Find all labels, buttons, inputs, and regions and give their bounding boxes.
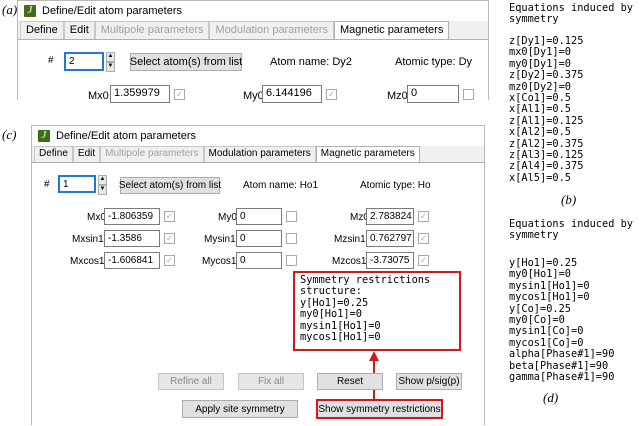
stepper-down-icon[interactable]: ▼ [98, 185, 107, 195]
mzsin1-refine-checkbox[interactable]: ✓ [418, 233, 429, 244]
window-c-titlebar: J Define/Edit atom parameters [32, 126, 484, 146]
tab-magnetic[interactable]: Magnetic parameters [315, 146, 420, 162]
panel-label-b: (b) [561, 192, 577, 207]
mxsin1-refine-checkbox[interactable]: ✓ [164, 233, 175, 244]
refine-all-button[interactable]: Refine all [158, 373, 224, 390]
stepper-up-icon[interactable]: ▲ [98, 175, 107, 185]
mysin1-input[interactable]: 0 [236, 230, 282, 247]
my0-refine-checkbox[interactable]: ✓ [326, 89, 337, 100]
tab-modulation[interactable]: Modulation parameters [209, 21, 334, 39]
mx0-refine-checkbox[interactable]: ✓ [174, 89, 185, 100]
tab-define[interactable]: Define [20, 21, 64, 39]
panel-label-c: (c) [2, 127, 17, 142]
atom-index-stepper[interactable]: ▲ ▼ [98, 175, 107, 195]
tab-modulation[interactable]: Modulation parameters [203, 146, 316, 162]
my0-refine-checkbox[interactable] [286, 211, 297, 222]
stepper-down-icon[interactable]: ▼ [106, 62, 115, 72]
mx0-refine-checkbox[interactable]: ✓ [164, 211, 175, 222]
tab-edit[interactable]: Edit [63, 21, 95, 39]
tab-multipole[interactable]: Multipole parameters [94, 21, 210, 39]
app-logo-icon: J [24, 5, 36, 17]
stepper-up-icon[interactable]: ▲ [106, 52, 115, 62]
equation-line: alpha[Phase#1]=90 [509, 348, 615, 361]
mz0-input[interactable]: 2.783824 [366, 208, 414, 225]
tab-multipole[interactable]: Multipole parameters [100, 146, 204, 162]
mzcos1-label: Mzcos1 [332, 256, 367, 267]
mycos1-refine-checkbox[interactable] [286, 255, 297, 266]
restriction-line: mycos1[Ho1]=0 [300, 331, 381, 344]
mxcos1-refine-checkbox[interactable]: ✓ [164, 255, 175, 266]
mysin1-label: Mysin1 [204, 234, 236, 245]
select-atoms-button[interactable]: Select atom(s) from list [130, 53, 242, 71]
equation-line: z[Dy2]=0.375 [509, 69, 584, 82]
atom-index-input[interactable]: 1 [58, 175, 96, 193]
mxsin1-label: Mxsin1 [72, 234, 104, 245]
app-logo-icon: J [38, 130, 50, 142]
equations-b-list: z[Dy1]=0.125 mx0[Dy1]=0 my0[Dy1]=0 z[Dy2… [509, 35, 584, 184]
mz0-label: Mz0 [387, 90, 408, 102]
atomic-type-label: Atomic type: Dy [395, 56, 473, 68]
window-a-titlebar: J Define/Edit atom parameters [18, 1, 488, 21]
mx0-input[interactable]: -1.806359 [104, 208, 160, 225]
equation-line: x[Al5]=0.5 [509, 171, 571, 184]
window-a: J Define/Edit atom parameters Define Edi… [17, 0, 489, 103]
mycos1-input[interactable]: 0 [236, 252, 282, 269]
mycos1-label: Mycos1 [202, 256, 237, 267]
show-symmetry-restrictions-button[interactable]: Show symmetry restrictions [316, 399, 443, 419]
symmetry-restrictions-popup: Symmetry restrictions structure: y[Ho1]=… [293, 271, 461, 351]
mxsin1-input[interactable]: -1.3586 [104, 230, 160, 247]
hash-label: # [44, 179, 50, 190]
mx0-input[interactable]: 1.359979 [110, 85, 170, 103]
tab-magnetic[interactable]: Magnetic parameters [334, 21, 450, 39]
mx0-label: Mx0 [88, 90, 109, 102]
my0-input[interactable]: 0 [236, 208, 282, 225]
hash-label: # [48, 55, 54, 66]
mzsin1-input[interactable]: 0.762797 [366, 230, 414, 247]
window-c-title: Define/Edit atom parameters [56, 130, 197, 142]
my0-label: My0 [218, 212, 237, 223]
panel-label-a: (a) [2, 2, 18, 17]
fix-all-button[interactable]: Fix all [238, 373, 304, 390]
window-a-title: Define/Edit atom parameters [42, 5, 183, 17]
mxcos1-input[interactable]: -1.606841 [104, 252, 160, 269]
my0-label: My0 [243, 90, 264, 102]
atom-index-input[interactable]: 2 [64, 52, 104, 71]
reset-button[interactable]: Reset [317, 373, 383, 390]
mxcos1-label: Mxcos1 [70, 256, 105, 267]
window-a-tabs: Define Edit Multipole parameters Modulat… [18, 21, 488, 39]
equations-d-list: y[Ho1]=0.25 my0[Ho1]=0 mysin1[Ho1]=0 myc… [509, 257, 615, 384]
window-c-tab-body: # 1 ▲ ▼ Select atom(s) from list Atom nam… [32, 162, 484, 425]
window-a-tab-body: # 2 ▲ ▼ Select atom(s) from list Atom nam… [18, 39, 488, 103]
atom-name-label: Atom name: Ho1 [243, 180, 319, 191]
show-psig-button[interactable]: Show p/sig(p) [396, 373, 462, 390]
mzsin1-label: Mzsin1 [334, 234, 366, 245]
mz0-refine-checkbox[interactable] [463, 89, 474, 100]
atom-name-label: Atom name: Dy2 [270, 56, 352, 68]
tab-define[interactable]: Define [34, 146, 73, 162]
equation-line: x[Al2]=0.5 [509, 126, 571, 139]
equations-b-title: Equations induced by symmetry [509, 2, 633, 26]
window-c-tabs: Define Edit Multipole parameters Modulat… [32, 146, 484, 162]
mzcos1-refine-checkbox[interactable]: ✓ [418, 255, 429, 266]
mz0-refine-checkbox[interactable]: ✓ [418, 211, 429, 222]
mz0-input[interactable]: 0 [407, 85, 459, 103]
apply-site-symmetry-button[interactable]: Apply site symmetry [182, 400, 298, 418]
restriction-line: my0[Ho1]=0 [300, 308, 362, 321]
equations-d-title: Equations induced by symmetry [509, 218, 633, 242]
window-c: J Define/Edit atom parameters Define Edi… [31, 125, 485, 425]
select-atoms-button[interactable]: Select atom(s) from list [119, 177, 221, 194]
tab-edit[interactable]: Edit [72, 146, 101, 162]
mysin1-refine-checkbox[interactable] [286, 233, 297, 244]
my0-input[interactable]: 6.144196 [262, 85, 322, 103]
equation-line: gamma[Phase#1]=90 [509, 371, 615, 384]
atomic-type-label: Atomic type: Ho [360, 180, 431, 191]
mzcos1-input[interactable]: -3.73075 [366, 252, 414, 269]
panel-label-d: (d) [543, 390, 559, 405]
atom-index-stepper[interactable]: ▲ ▼ [106, 52, 115, 72]
restrictions-title: Symmetry restrictions structure: [300, 274, 431, 298]
equation-line: mycos1[Ho1]=0 [509, 291, 590, 304]
